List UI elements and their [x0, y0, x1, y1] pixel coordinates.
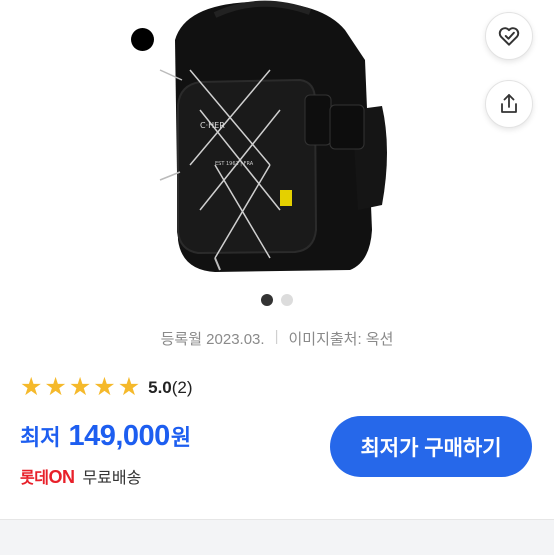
- registered-date: 등록월 2023.03.: [160, 331, 265, 348]
- rating-value: 5.0: [148, 377, 172, 397]
- share-icon: [501, 94, 517, 113]
- pager-dot-2[interactable]: [281, 294, 293, 306]
- meta-divider: |: [274, 328, 279, 345]
- lowest-price: 최저 149,000 원: [20, 420, 191, 453]
- heart-check-icon: [498, 27, 520, 46]
- wishlist-button[interactable]: [485, 12, 533, 60]
- share-button[interactable]: [485, 80, 533, 128]
- shipping-text: 무료배송: [82, 470, 142, 487]
- lotte-on-logo: 롯데ON: [20, 467, 75, 487]
- section-divider: [0, 519, 554, 555]
- star-icon: ★: [93, 373, 116, 401]
- star-icon: ★: [117, 373, 141, 401]
- rating-summary[interactable]: ★ ★ ★ ★ ★ 5.0 (2): [20, 375, 193, 400]
- svg-text:C·HER: C·HER: [200, 121, 225, 130]
- gallery-pager[interactable]: [0, 294, 554, 306]
- image-meta: 등록월 2023.03. | 이미지출처: 옥션: [0, 328, 554, 349]
- buy-lowest-price-button[interactable]: 최저가 구매하기: [330, 416, 532, 477]
- star-icon: ★: [68, 373, 92, 401]
- price-label: 최저: [20, 425, 61, 450]
- image-source: 이미지출처: 옥션: [288, 331, 394, 348]
- star-icon: ★: [44, 373, 67, 401]
- price-unit: 원: [170, 425, 192, 450]
- price-value: 149,000: [68, 420, 170, 452]
- product-gallery[interactable]: C·HER EST 1962 | FRA: [0, 0, 554, 320]
- review-count[interactable]: (2): [172, 378, 193, 398]
- backpack-image: C·HER EST 1962 | FRA: [159, 0, 387, 272]
- shipping-info: 롯데ON 무료배송: [20, 464, 141, 488]
- svg-text:EST 1962 | FRA: EST 1962 | FRA: [215, 161, 254, 167]
- color-swatch-dot: [131, 28, 154, 51]
- pager-dot-1[interactable]: [261, 294, 273, 306]
- star-icon: ★: [20, 373, 43, 401]
